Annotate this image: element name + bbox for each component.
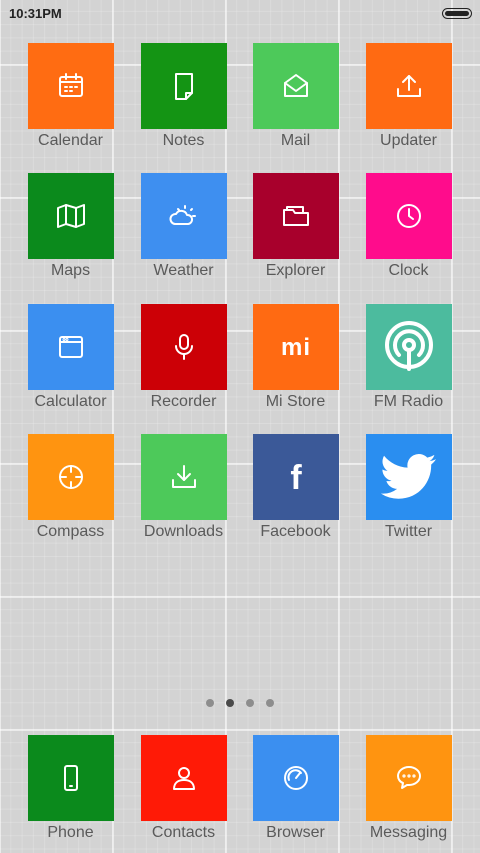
page-dot[interactable] — [266, 699, 274, 707]
page-dot[interactable] — [206, 699, 214, 707]
phone-tile[interactable] — [27, 735, 114, 821]
app-label: Explorer — [265, 262, 326, 279]
browser-tile[interactable] — [252, 735, 339, 821]
compass-tile[interactable] — [27, 434, 114, 520]
app-downloads[interactable]: Downloads — [127, 434, 240, 542]
status-bar: 10:31PM — [0, 0, 480, 28]
mi-store-tile[interactable]: mi — [252, 304, 339, 390]
app-label: Facebook — [260, 523, 331, 540]
page-dot[interactable] — [246, 699, 254, 707]
app-phone[interactable]: Phone — [14, 735, 127, 843]
app-recorder[interactable]: Recorder — [127, 304, 240, 412]
app-label: Contacts — [151, 824, 216, 841]
maps-tile[interactable] — [27, 173, 114, 259]
app-twitter[interactable]: Twitter — [352, 434, 465, 542]
app-label: Messaging — [369, 824, 448, 841]
app-compass[interactable]: Compass — [14, 434, 127, 542]
weather-tile[interactable] — [140, 173, 227, 259]
app-calculator[interactable]: Calculator — [14, 304, 127, 412]
app-notes[interactable]: Notes — [127, 43, 240, 151]
app-contacts[interactable]: Contacts — [127, 735, 240, 843]
updater-tile[interactable] — [365, 43, 452, 129]
clock-tile[interactable] — [365, 173, 452, 259]
app-label: Calculator — [34, 393, 107, 410]
contacts-tile[interactable] — [140, 735, 227, 821]
page-indicator[interactable] — [0, 699, 480, 709]
messaging-tile[interactable] — [365, 735, 452, 821]
twitter-tile[interactable] — [365, 434, 452, 520]
app-label: Clock — [388, 262, 429, 279]
app-label: Maps — [50, 262, 91, 279]
app-label: Updater — [380, 132, 437, 149]
fm-radio-tile[interactable] — [365, 304, 452, 390]
app-label: Downloads — [143, 523, 224, 540]
app-calendar[interactable]: Calendar — [14, 43, 127, 151]
svg-text:mi: mi — [280, 334, 310, 360]
app-facebook[interactable]: f Facebook — [239, 434, 352, 542]
app-label: Phone — [47, 824, 94, 841]
app-label: Compass — [36, 523, 105, 540]
app-updater[interactable]: Updater — [352, 43, 465, 151]
page-dot[interactable] — [226, 699, 234, 707]
recorder-tile[interactable] — [140, 304, 227, 390]
app-maps[interactable]: Maps — [14, 173, 127, 281]
notes-tile[interactable] — [140, 43, 227, 129]
calculator-tile[interactable] — [27, 304, 114, 390]
app-label: Browser — [266, 824, 325, 841]
facebook-tile[interactable]: f — [252, 434, 339, 520]
app-label: Weather — [153, 262, 214, 279]
svg-text:f: f — [290, 460, 302, 494]
app-label: FM Radio — [373, 393, 444, 410]
app-fm-radio[interactable]: FM Radio — [352, 304, 465, 412]
app-browser[interactable]: Browser — [239, 735, 352, 843]
mail-tile[interactable] — [252, 43, 339, 129]
app-label: Calendar — [38, 132, 103, 149]
calendar-tile[interactable] — [27, 43, 114, 129]
battery-icon — [442, 8, 472, 19]
status-time: 10:31PM — [9, 6, 62, 21]
explorer-tile[interactable] — [252, 173, 339, 259]
app-label: Twitter — [384, 523, 433, 540]
downloads-tile[interactable] — [140, 434, 227, 520]
app-mi-store[interactable]: mi Mi Store — [239, 304, 352, 412]
app-label: Notes — [162, 132, 205, 149]
app-messaging[interactable]: Messaging — [352, 735, 465, 843]
app-explorer[interactable]: Explorer — [239, 173, 352, 281]
app-label: Mi Store — [265, 393, 326, 410]
app-mail[interactable]: Mail — [239, 43, 352, 151]
app-label: Recorder — [150, 393, 217, 410]
app-clock[interactable]: Clock — [352, 173, 465, 281]
app-weather[interactable]: Weather — [127, 173, 240, 281]
app-label: Mail — [280, 132, 311, 149]
